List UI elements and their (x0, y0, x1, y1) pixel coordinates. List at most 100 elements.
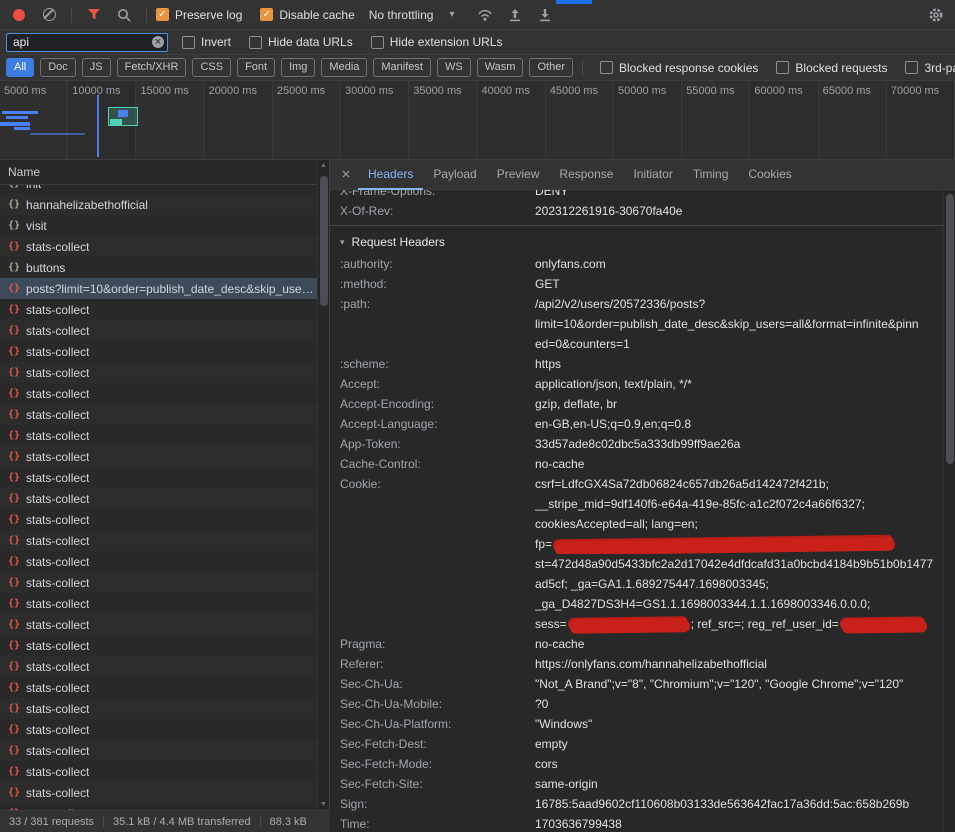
filter-bar: × Invert Hide data URLs Hide extension U… (0, 30, 955, 55)
timeline-column: 50000 ms (614, 81, 682, 159)
header-value-line: ?0 (535, 694, 943, 714)
request-row[interactable]: {}init (0, 185, 317, 194)
request-row[interactable]: {}stats-collect (0, 362, 317, 383)
filter-checkbox-blocked-response-cookies[interactable]: Blocked response cookies (600, 61, 758, 75)
type-filter-ws[interactable]: WS (437, 58, 471, 77)
scrollbar-thumb[interactable] (320, 176, 328, 306)
type-filter-css[interactable]: CSS (192, 58, 231, 77)
tab-initiator[interactable]: Initiator (623, 160, 682, 190)
tab-payload[interactable]: Payload (423, 160, 486, 190)
request-row[interactable]: {}stats-collect (0, 467, 317, 488)
export-har-button[interactable] (532, 3, 558, 27)
search-button[interactable] (111, 3, 137, 27)
tab-response[interactable]: Response (549, 160, 623, 190)
tab-headers[interactable]: Headers (358, 160, 423, 190)
request-row[interactable]: {}stats-collect (0, 320, 317, 341)
hide-extension-urls-checkbox[interactable]: Hide extension URLs (371, 35, 503, 49)
request-row[interactable]: {}stats-collect (0, 446, 317, 467)
filter-toggle-button[interactable] (81, 3, 107, 27)
header-value-line: https://onlyfans.com/hannahelizabethoffi… (535, 654, 943, 674)
request-row[interactable]: {}stats-collect (0, 404, 317, 425)
details-scrollbar[interactable] (943, 190, 955, 832)
request-row[interactable]: {}stats-collect (0, 719, 317, 740)
request-list-scrollbar[interactable]: ▲ ▼ (317, 160, 329, 810)
clear-network-log-button[interactable] (36, 3, 62, 27)
throttling-select[interactable]: No throttling ▾ (369, 8, 455, 22)
request-row[interactable]: {}stats-collect (0, 383, 317, 404)
header-value-line: cookiesAccepted=all; lang=en; (535, 514, 943, 534)
scroll-down-icon[interactable]: ▼ (320, 801, 327, 808)
request-row[interactable]: {}stats-collect (0, 614, 317, 635)
clear-filter-icon[interactable]: × (152, 36, 164, 48)
json-braces-icon: {} (8, 535, 20, 546)
request-row[interactable]: {}stats-collect (0, 551, 317, 572)
request-row[interactable]: {}stats-collect (0, 488, 317, 509)
close-icon[interactable]: × (334, 166, 358, 183)
overview-activity (14, 127, 30, 130)
header-value: 33d57ade8c02dbc5a333db99ff9ae26a (535, 434, 943, 454)
import-har-button[interactable] (502, 3, 528, 27)
request-row[interactable]: {}stats-collect (0, 656, 317, 677)
request-row[interactable]: {}buttons (0, 257, 317, 278)
network-conditions-button[interactable] (472, 3, 498, 27)
request-headers-section[interactable]: ▾ Request Headers (340, 230, 943, 254)
request-row[interactable]: {}stats-collect (0, 698, 317, 719)
name-column-header[interactable]: Name (0, 160, 329, 185)
request-row[interactable]: {}stats-collect (0, 593, 317, 614)
timeline-overview[interactable]: 5000 ms10000 ms15000 ms20000 ms25000 ms3… (0, 81, 955, 160)
request-row[interactable]: {}stats-collect (0, 740, 317, 761)
disable-cache-checkbox[interactable]: ✓ Disable cache (260, 8, 354, 22)
timeline-column: 35000 ms (409, 81, 477, 159)
hide-data-urls-checkbox[interactable]: Hide data URLs (249, 35, 353, 49)
timeline-column: 15000 ms (136, 81, 204, 159)
request-row[interactable]: {}stats-collect (0, 635, 317, 656)
header-value: https (535, 354, 943, 374)
type-filter-all[interactable]: All (6, 58, 34, 77)
request-row[interactable]: {}posts?limit=10&order=publish_date_desc… (0, 278, 317, 299)
request-row[interactable]: {}stats-collect (0, 803, 317, 810)
request-row[interactable]: {}stats-collect (0, 425, 317, 446)
scroll-up-icon[interactable]: ▲ (320, 162, 327, 169)
type-filter-doc[interactable]: Doc (40, 58, 76, 77)
type-filter-js[interactable]: JS (82, 58, 111, 77)
type-filter-media[interactable]: Media (321, 58, 367, 77)
request-row[interactable]: {}visit (0, 215, 317, 236)
tab-preview[interactable]: Preview (487, 160, 550, 190)
request-row[interactable]: {}stats-collect (0, 782, 317, 803)
request-row[interactable]: {}stats-collect (0, 299, 317, 320)
type-filter-fetch-xhr[interactable]: Fetch/XHR (117, 58, 187, 77)
json-braces-icon: {} (8, 325, 20, 336)
scrollbar-thumb[interactable] (946, 194, 954, 464)
checkbox-checked-icon: ✓ (156, 8, 169, 21)
request-row[interactable]: {}stats-collect (0, 236, 317, 257)
filter-checkbox-blocked-requests[interactable]: Blocked requests (776, 61, 887, 75)
header-name: Accept: (340, 374, 535, 394)
filter-checkbox-3rd-party-requests[interactable]: 3rd-party requests (905, 61, 955, 75)
record-button[interactable] (6, 3, 32, 27)
json-braces-icon: {} (8, 745, 20, 756)
request-row[interactable]: {}stats-collect (0, 677, 317, 698)
request-name: stats-collect (26, 786, 89, 800)
header-value-line: 202312261916-30670fa40e (535, 201, 943, 221)
tab-cookies[interactable]: Cookies (738, 160, 801, 190)
request-row[interactable]: {}stats-collect (0, 341, 317, 362)
timeline-tick-label: 65000 ms (823, 85, 871, 97)
invert-checkbox[interactable]: Invert (182, 35, 231, 49)
tab-timing[interactable]: Timing (683, 160, 739, 190)
type-filter-other[interactable]: Other (529, 58, 573, 77)
type-filter-img[interactable]: Img (281, 58, 315, 77)
settings-button[interactable] (923, 3, 949, 27)
request-row[interactable]: {}stats-collect (0, 509, 317, 530)
request-row[interactable]: {}stats-collect (0, 530, 317, 551)
request-row[interactable]: {}stats-collect (0, 572, 317, 593)
request-row[interactable]: {}hannahelizabethofficial (0, 194, 317, 215)
type-filter-font[interactable]: Font (237, 58, 275, 77)
json-braces-icon: {} (8, 556, 20, 567)
request-row[interactable]: {}stats-collect (0, 761, 317, 782)
filter-input[interactable] (6, 33, 168, 52)
type-filter-wasm[interactable]: Wasm (477, 58, 524, 77)
overview-playhead (97, 95, 99, 157)
preserve-log-checkbox[interactable]: ✓ Preserve log (156, 8, 242, 22)
chevron-down-icon: ▾ (449, 9, 454, 20)
type-filter-manifest[interactable]: Manifest (373, 58, 431, 77)
